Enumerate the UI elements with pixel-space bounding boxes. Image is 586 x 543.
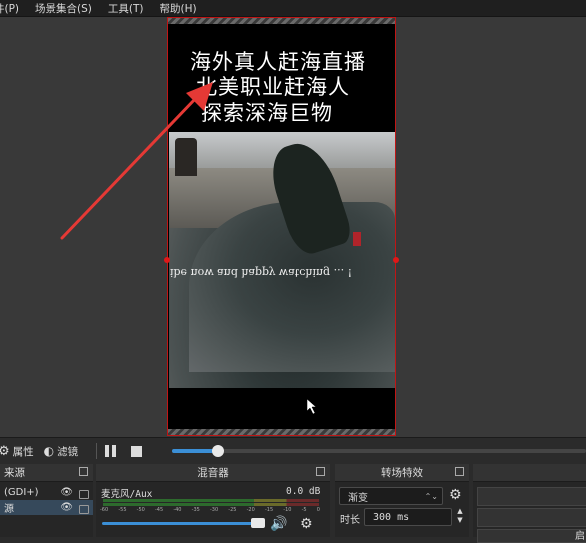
resize-handle-left[interactable] (164, 257, 170, 263)
sources-dock-title: 来源 (0, 464, 93, 482)
menu-item-scene-collection[interactable]: 场景集合(S) (27, 1, 100, 16)
menu-item-help[interactable]: 帮助(H) (152, 1, 205, 16)
canvas-boundary-bottom (168, 429, 395, 435)
seek-progress (172, 449, 217, 453)
scale-tick: -45 (154, 507, 164, 513)
source-label: (GDI+) (4, 487, 39, 498)
filters-label: 滤镜 (57, 445, 79, 458)
menu-bar: 件(P) 场景集合(S) 工具(T) 帮助(H) (0, 0, 586, 17)
scale-tick: -30 (209, 507, 219, 513)
float-icon[interactable] (79, 467, 88, 476)
scale-tick: 0 (316, 507, 320, 513)
seek-handle[interactable] (212, 445, 224, 457)
scale-tick: -15 (264, 507, 274, 513)
sources-dock: 来源 (GDI+) 👁 源 👁 (0, 464, 93, 537)
control-button-2[interactable] (477, 508, 586, 527)
filters-button[interactable]: ◐ 滤镜 (44, 444, 78, 459)
transition-selected: 渐变 (348, 492, 368, 504)
video-source[interactable] (169, 132, 395, 388)
mixer-title: 混音器 (197, 467, 229, 479)
control-button-1[interactable] (477, 487, 586, 506)
chevron-updown-icon: ⌃⌄ (424, 491, 438, 501)
pause-icon[interactable] (105, 445, 117, 457)
scale-tick: -5 (301, 507, 307, 513)
control-button-3-label: 启 (575, 531, 585, 542)
float-icon[interactable] (316, 467, 325, 476)
audio-meter-2 (103, 503, 319, 506)
video-red-object (353, 232, 361, 246)
volume-slider-handle[interactable] (251, 518, 265, 528)
video-stump (175, 138, 197, 176)
scale-tick: -20 (246, 507, 255, 513)
gear-icon[interactable]: ⚙ (449, 488, 462, 502)
menu-item-edit[interactable]: 件(P) (0, 1, 27, 16)
mixer-channel-name: 麦克风/Aux (101, 489, 153, 500)
sources-title: 来源 (4, 467, 25, 479)
duration-label: 时长 (340, 515, 360, 526)
scale-tick: -60 (100, 507, 109, 513)
speaker-icon[interactable]: 🔊 (270, 517, 287, 531)
filter-icon: ◐ (43, 444, 55, 458)
duration-value: 300 ms (373, 511, 410, 523)
menu-item-tools[interactable]: 工具(T) (100, 1, 152, 16)
preview-canvas[interactable]: 海外真人赶海直播 北美职业赶海人 探索深海巨物 ibe now and happ… (167, 17, 396, 436)
mirrored-subtitle: ibe now and happy watching ... ! (170, 266, 352, 279)
eye-icon[interactable]: 👁 (60, 487, 73, 498)
source-item-gdi[interactable]: (GDI+) 👁 (0, 485, 93, 500)
canvas-boundary-top (168, 18, 395, 24)
scale-tick: -55 (118, 507, 127, 513)
float-icon[interactable] (455, 467, 464, 476)
control-button-3[interactable]: 启 (477, 529, 586, 543)
scale-tick: -35 (191, 507, 200, 513)
gear-icon: ⚙ (0, 443, 10, 459)
transition-select[interactable]: 渐变 ⌃⌄ (339, 487, 443, 505)
scale-tick: -10 (283, 507, 292, 513)
scale-tick: -50 (136, 507, 145, 513)
source-item-selected[interactable]: 源 👁 (0, 500, 93, 515)
controls-dock: 启 (473, 464, 586, 543)
properties-button[interactable]: ⚙ 属性 (0, 444, 34, 459)
preview-controls: ⚙ 属性 ◐ 滤镜 (0, 437, 586, 464)
meter-scale: -60 -55 -50 -45 -40 -35 -30 -25 -20 -15 … (100, 507, 320, 513)
audio-meter-1 (103, 499, 319, 502)
duration-input[interactable]: 300 ms (364, 508, 452, 526)
mixer-level-db: 0.0 dB (286, 486, 321, 497)
stop-icon[interactable] (131, 445, 143, 457)
lock-icon[interactable] (79, 490, 89, 499)
seek-bar[interactable] (172, 445, 586, 457)
scale-tick: -25 (228, 507, 237, 513)
properties-label: 属性 (12, 445, 34, 458)
toolbar-separator (96, 443, 98, 459)
lock-icon[interactable] (79, 505, 89, 514)
scale-tick: -40 (173, 507, 182, 513)
volume-slider[interactable] (102, 522, 264, 525)
resize-handle-right[interactable] (393, 257, 399, 263)
duration-stepper[interactable]: ▲ ▼ (454, 507, 466, 527)
gear-icon[interactable]: ⚙ (300, 517, 313, 531)
transitions-dock-title: 转场特效 (335, 464, 469, 482)
mixer-dock-title: 混音器 (96, 464, 330, 482)
eye-icon[interactable]: 👁 (60, 502, 73, 513)
controls-dock-title (473, 464, 586, 482)
caption-line-3: 探索深海巨物 (201, 101, 333, 125)
transitions-title: 转场特效 (381, 467, 423, 479)
source-label: 源 (4, 504, 14, 515)
